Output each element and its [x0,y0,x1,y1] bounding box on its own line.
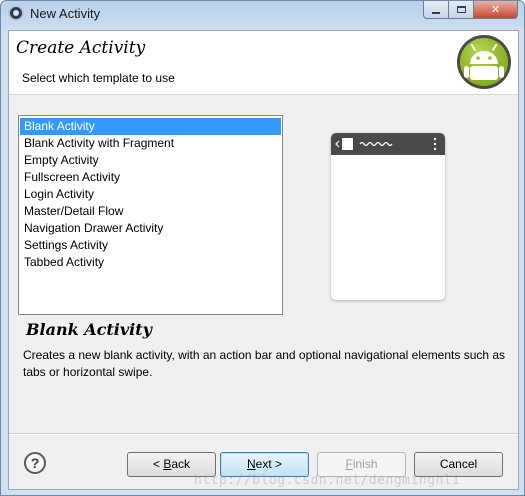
wizard-subtitle: Select which template to use [22,71,175,85]
android-icon [457,35,511,89]
list-item[interactable]: Blank Activity [20,118,281,135]
finish-mnemonic: F [345,457,353,471]
list-item[interactable]: Tabbed Activity [20,254,281,271]
wizard-body: Create Activity Select which template to… [8,30,519,490]
list-item[interactable]: Master/Detail Flow [20,203,281,220]
title-bar[interactable]: New Activity ✕ [1,1,524,25]
wizard-header: Create Activity Select which template to… [9,31,518,95]
list-item[interactable]: Settings Activity [20,237,281,254]
maximize-icon [456,6,466,13]
finish-label: inish [352,457,378,471]
maximize-button[interactable] [449,1,474,19]
eclipse-icon [8,5,24,21]
close-button[interactable]: ✕ [474,1,518,19]
next-mnemonic: N [246,457,256,471]
preview-action-bar [331,133,445,155]
list-item[interactable]: Login Activity [20,186,281,203]
minimize-icon [432,11,440,14]
list-item[interactable]: Empty Activity [20,152,281,169]
next-label: ext > [255,457,283,471]
help-icon[interactable]: ? [24,452,46,474]
template-list[interactable]: Blank Activity Blank Activity with Fragm… [18,115,283,315]
wizard-title: Create Activity [16,38,146,58]
minimize-button[interactable] [423,1,449,19]
template-name: Blank Activity [26,320,152,339]
dialog-window: New Activity ✕ Create Activity Select wh… [0,0,525,496]
list-item[interactable]: Fullscreen Activity [20,169,281,186]
back-prefix: < [152,457,164,471]
close-icon: ✕ [490,4,501,16]
back-label: ack [171,457,191,471]
template-preview [331,133,445,300]
action-bar-icon [335,137,437,151]
list-item[interactable]: Navigation Drawer Activity [20,220,281,237]
list-item[interactable]: Blank Activity with Fragment [20,135,281,152]
window-controls: ✕ [423,1,518,19]
watermark-text: http://blog.csdn.net/dengminghli [194,473,461,488]
template-description: Creates a new blank activity, with an ac… [23,348,506,379]
window-title: New Activity [30,6,101,21]
footer-divider [9,433,518,435]
